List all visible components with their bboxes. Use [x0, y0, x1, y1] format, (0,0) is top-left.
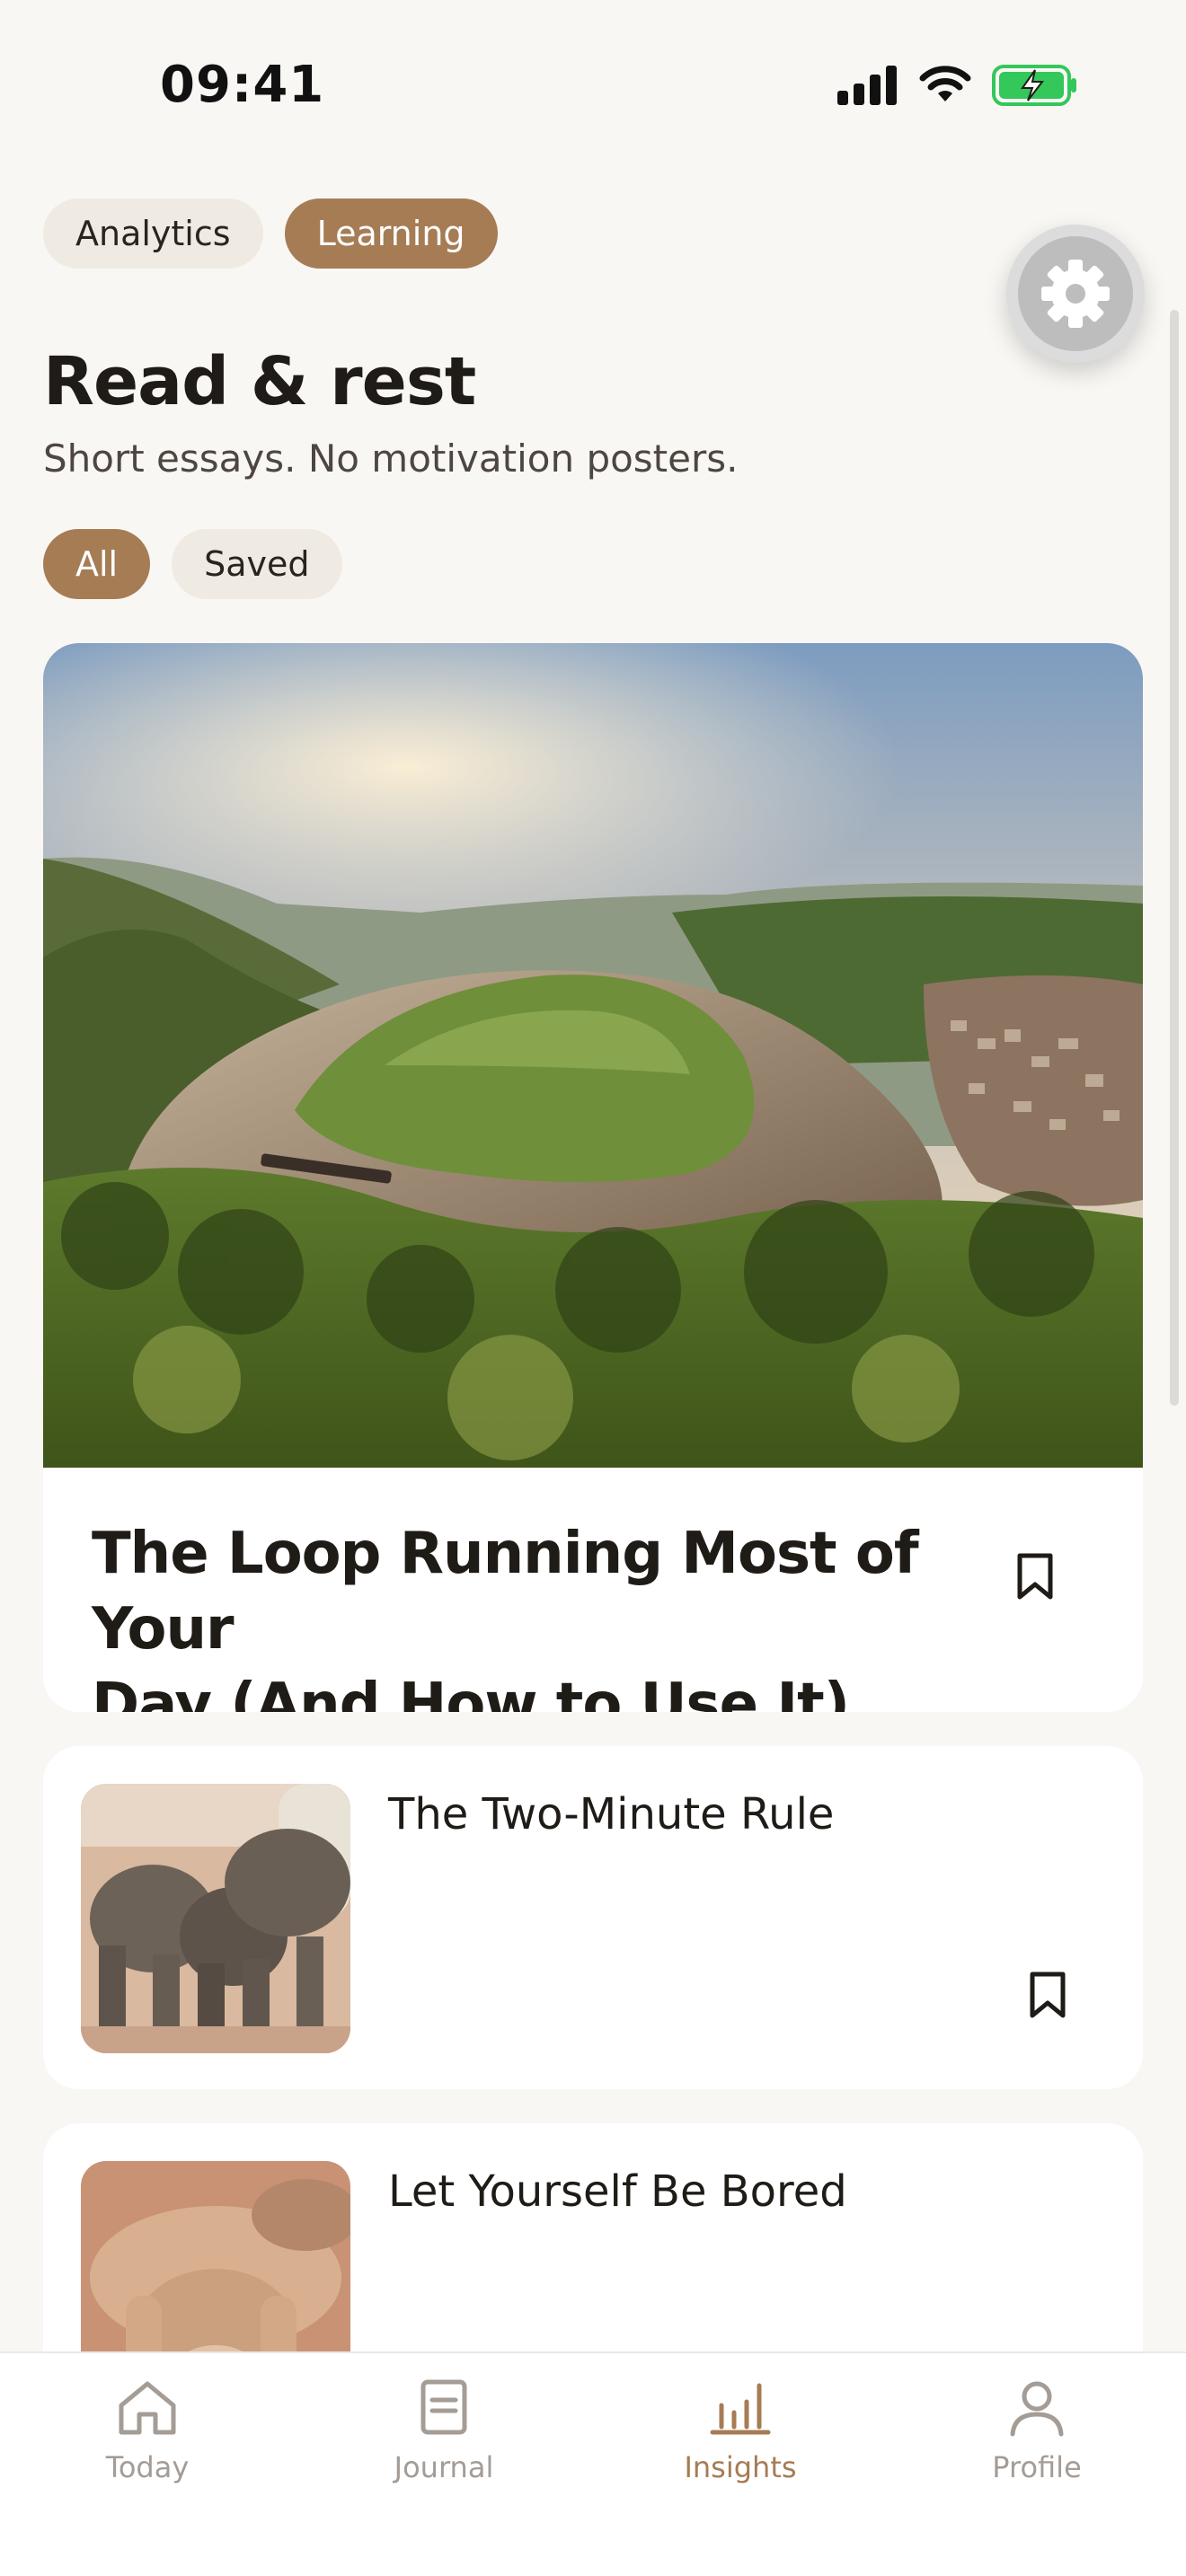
battery-charging-icon	[992, 65, 1076, 106]
page-title: Read & rest	[43, 343, 476, 420]
page-subtitle: Short essays. No motivation posters.	[43, 437, 739, 481]
status-icons	[837, 65, 1078, 106]
river-bend-landscape-image	[43, 643, 1143, 1468]
cellular-signal-icon	[837, 66, 897, 105]
tab-learning[interactable]: Learning	[284, 198, 498, 269]
settings-button-inner	[1018, 236, 1133, 351]
nav-journal-label: Journal	[394, 2450, 494, 2484]
person-icon	[1010, 2381, 1064, 2437]
section-tabs: Analytics Learning	[43, 198, 498, 269]
nav-journal[interactable]: Journal	[354, 2378, 534, 2484]
settings-button[interactable]	[1006, 225, 1145, 363]
bar-chart-icon	[710, 2383, 771, 2435]
elephants-photo-thumbnail	[81, 1784, 350, 2053]
article-title: The Two-Minute Rule	[388, 1789, 835, 1839]
filter-all[interactable]: All	[43, 529, 151, 599]
filter-saved[interactable]: Saved	[172, 529, 342, 599]
screen: 09:41 Analytics Learning Read & rest Sho…	[0, 0, 1186, 2576]
scrollbar[interactable]	[1170, 310, 1179, 1406]
journal-icon	[420, 2379, 467, 2435]
bottom-navigation: Today Journal Insights Profile	[0, 2351, 1186, 2576]
featured-title-line-1: The Loop Running Most of Your	[92, 1521, 919, 1663]
featured-article-title: The Loop Running Most of Your Day (And H…	[92, 1516, 954, 1712]
featured-article-card[interactable]: The Loop Running Most of Your Day (And H…	[43, 643, 1143, 1712]
nav-today-label: Today	[105, 2450, 190, 2484]
bookmark-icon[interactable]	[1028, 1971, 1067, 2019]
featured-title-line-2: Day (And How to Use It)	[92, 1672, 850, 1712]
nav-today[interactable]: Today	[58, 2378, 237, 2484]
nav-profile[interactable]: Profile	[947, 2378, 1127, 2484]
featured-bookmark-icon[interactable]	[1015, 1552, 1055, 1601]
home-icon	[119, 2381, 176, 2435]
article-card[interactable]: The Two-Minute Rule	[43, 1746, 1143, 2089]
nav-profile-label: Profile	[992, 2450, 1082, 2484]
article-title: Let Yourself Be Bored	[388, 2166, 847, 2217]
wifi-icon	[919, 66, 971, 101]
tab-analytics[interactable]: Analytics	[43, 198, 263, 269]
nav-insights[interactable]: Insights	[651, 2378, 830, 2484]
gear-icon	[1041, 260, 1110, 328]
filter-chips: All Saved	[43, 529, 342, 599]
nav-insights-label: Insights	[684, 2450, 797, 2484]
status-time: 09:41	[160, 56, 325, 114]
